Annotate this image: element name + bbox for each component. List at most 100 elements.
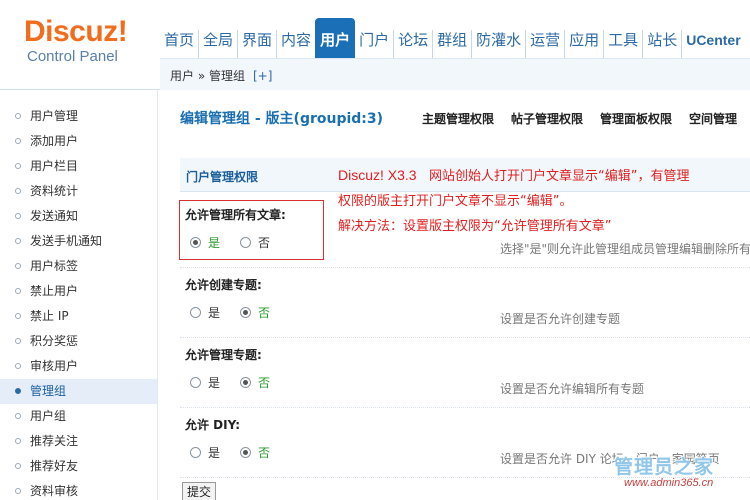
circle-bullet-icon <box>15 263 21 269</box>
nav-tab-5[interactable]: 门户 <box>355 30 393 58</box>
radio-no-label: 否 <box>258 376 271 390</box>
radio-no-label: 否 <box>258 306 271 320</box>
sidebar-item[interactable]: 资料审核 <box>0 479 157 500</box>
nav-tab-8[interactable]: 防灌水 <box>471 30 525 58</box>
circle-bullet-icon <box>15 113 21 119</box>
radio-yes-label: 是 <box>208 446 221 460</box>
nav-tab-6[interactable]: 论坛 <box>393 30 432 58</box>
nav-tab-13[interactable]: UCenter <box>681 30 744 58</box>
radio-button-icon[interactable] <box>240 307 252 318</box>
sidebar-item[interactable]: 发送手机通知 <box>0 229 157 254</box>
sidebar-item[interactable]: 用户标签 <box>0 254 157 279</box>
radio-yes-label: 是 <box>208 236 221 250</box>
sidebar-item[interactable]: 用户组 <box>0 404 157 429</box>
radio-button-icon[interactable] <box>190 447 201 458</box>
sidebar-item[interactable]: 添加用户 <box>0 129 157 154</box>
radio-button-icon[interactable] <box>190 237 201 248</box>
radio-yes[interactable]: 是 <box>190 304 220 321</box>
radio-button-icon[interactable] <box>240 447 252 458</box>
radio-no[interactable]: 否 <box>240 374 270 391</box>
sidebar-item[interactable]: 推荐好友 <box>0 454 157 479</box>
circle-bullet-icon <box>15 238 21 244</box>
sidebar-menu: 用户管理添加用户 用户栏目资料统计发送通知发送手机通知 用户标签禁止用户 禁止 IP 积… <box>0 90 157 500</box>
permission-subtabs: 主题管理权限 帖子管理权限 管理面板权限 空间管理 <box>422 110 750 127</box>
sidebar-item-label: 推荐好友 <box>30 459 79 473</box>
nav-tab-10[interactable]: 应用 <box>564 30 603 58</box>
sidebar-item-label: 资料统计 <box>30 184 79 198</box>
nav-tab-11[interactable]: 工具 <box>603 30 642 58</box>
sidebar-item-label: 用户管理 <box>30 109 79 123</box>
radio-button-icon[interactable] <box>240 377 252 388</box>
circle-bullet-icon <box>15 138 21 144</box>
sidebar-item-label: 资料审核 <box>30 484 79 498</box>
sidebar-item-label: 用户标签 <box>30 259 79 273</box>
radio-yes[interactable]: 是 <box>190 234 220 251</box>
setting-row: 允许创建专题: 是否设置是否允许创建专题 <box>180 268 750 338</box>
logo-subtitle: Control Panel <box>27 48 118 65</box>
sidebar-item[interactable]: 禁止用户 <box>0 279 157 304</box>
radio-no[interactable]: 否 <box>240 444 270 461</box>
circle-bullet-icon <box>15 338 21 344</box>
watermark-url: www.admin365.cn <box>624 477 714 489</box>
setting-label: 允许创建专题: <box>185 278 262 292</box>
subtab-1[interactable]: 帖子管理权限 <box>511 110 583 127</box>
radio-button-icon[interactable] <box>190 307 201 318</box>
annotation-line-3: 解决方法：设置版主权限为“允许管理所有文章” <box>338 219 612 234</box>
radio-no[interactable]: 否 <box>240 304 270 321</box>
sidebar: 用户管理添加用户 用户栏目资料统计发送通知发送手机通知 用户标签禁止用户 禁止 IP 积… <box>0 90 158 500</box>
sidebar-item[interactable]: 用户栏目 <box>0 154 157 179</box>
nav-tab-7[interactable]: 群组 <box>432 30 471 58</box>
radio-button-icon[interactable] <box>240 237 252 248</box>
radio-yes-label: 是 <box>208 376 221 390</box>
subtab-0[interactable]: 主题管理权限 <box>422 110 494 127</box>
setting-description: 设置是否允许编辑所有专题 <box>500 382 645 396</box>
nav-tab-9[interactable]: 运营 <box>525 30 564 58</box>
radio-group: 是否 <box>190 234 290 251</box>
sidebar-item-label: 推荐关注 <box>30 434 79 448</box>
sidebar-item-label: 管理组 <box>30 384 67 398</box>
nav-tab-4[interactable]: 用户 <box>315 18 356 58</box>
radio-no[interactable]: 否 <box>240 234 270 251</box>
radio-group: 是否 <box>190 304 290 321</box>
circle-bullet-icon <box>15 188 21 194</box>
nav-tab-12[interactable]: 站长 <box>642 30 681 58</box>
annotation-line-2: 权限的版主打开门户文章不显示“编辑”。 <box>338 194 573 209</box>
sidebar-item[interactable]: 资料统计 <box>0 179 157 204</box>
sidebar-item-label: 发送手机通知 <box>30 234 103 248</box>
setting-label: 允许管理所有文章: <box>185 208 286 222</box>
nav-tab-1[interactable]: 全局 <box>198 30 237 58</box>
radio-button-icon[interactable] <box>190 377 201 388</box>
sidebar-item[interactable]: 积分奖惩 <box>0 329 157 354</box>
radio-yes[interactable]: 是 <box>190 444 220 461</box>
setting-row: 允许管理专题: 是 否 设置是否允许编辑所有专题 <box>180 338 750 408</box>
sidebar-item[interactable]: 推荐关注 <box>0 429 157 454</box>
circle-bullet-icon <box>15 413 21 419</box>
sidebar-item[interactable]: 管理组 <box>0 379 157 404</box>
annotation-line-1: Discuz! X3.3 网站创始人打开门户文章显示“编辑”，有管理 <box>338 167 690 184</box>
watermark-title: 管理员之家 <box>614 456 715 478</box>
main-panel: 编辑管理组 - 版主(groupid:3) 主题管理权限 帖子管理权限 管理面板权限… <box>160 90 750 500</box>
sidebar-item[interactable]: 审核用户 <box>0 354 157 379</box>
discuz-logo[interactable]: Discuz! Control Panel <box>24 16 149 66</box>
setting-label: 允许管理专题: <box>185 348 262 362</box>
subtab-2[interactable]: 管理面板权限 <box>600 110 672 127</box>
nav-tab-2[interactable]: 界面 <box>237 30 276 58</box>
nav-tab-0[interactable]: 首页 <box>160 30 198 58</box>
submit-button[interactable]: 提交 <box>182 482 217 500</box>
nav-tab-3[interactable]: 内容 <box>276 30 315 58</box>
radio-no-label: 否 <box>258 236 271 250</box>
circle-bullet-icon <box>15 163 21 169</box>
circle-bullet-icon <box>15 288 21 294</box>
radio-yes[interactable]: 是 <box>190 374 220 391</box>
sidebar-item-label: 发送通知 <box>30 209 79 223</box>
circle-bullet-icon <box>15 213 21 219</box>
sidebar-item-label: 用户组 <box>30 409 67 423</box>
breadcrumb-text: 用户 » 管理组 <box>170 69 245 83</box>
breadcrumb-add-shortcut[interactable]: [+] <box>253 69 272 83</box>
sidebar-item[interactable]: 禁止 IP <box>0 304 157 329</box>
subtab-3[interactable]: 空间管理 <box>689 110 737 127</box>
section-title: 门户管理权限 <box>186 170 259 184</box>
sidebar-item[interactable]: 用户管理 <box>0 104 157 129</box>
setting-description: 选择"是"则允许此管理组成员管理编辑删除所有 <box>500 242 750 256</box>
sidebar-item[interactable]: 发送通知 <box>0 204 157 229</box>
